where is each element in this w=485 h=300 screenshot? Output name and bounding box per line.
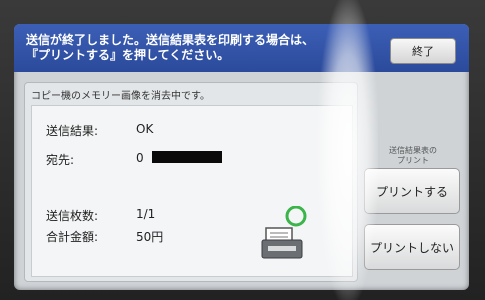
result-panel: コピー機のメモリー画像を消去中です。 送信結果: OK 宛先: 0 送信枚数: …	[24, 82, 358, 282]
total-amount-label: 合計金額:	[46, 230, 99, 244]
no-print-button[interactable]: プリントしない	[364, 224, 460, 270]
touch-screen: 送信が終了しました。送信結果表を印刷する場合は、 『プリントする』を押してくださ…	[14, 24, 469, 290]
printer-icon	[261, 206, 307, 259]
status-message: 送信が終了しました。送信結果表を印刷する場合は、 『プリントする』を押してくださ…	[26, 33, 315, 62]
result-details: 送信結果: OK 宛先: 0 送信枚数: 1/1 合計金額: 50円	[31, 105, 353, 277]
panel-title: コピー機のメモリー画像を消去中です。	[31, 91, 210, 102]
print-report-caption: 送信結果表の プリント	[389, 146, 437, 165]
header-bar: 送信が終了しました。送信結果表を印刷する場合は、 『プリントする』を押してくださ…	[14, 24, 469, 72]
result-label: 送信結果:	[46, 124, 99, 138]
destination-label: 宛先:	[46, 153, 75, 167]
page-count-value: 1/1	[136, 207, 156, 221]
redaction-bar	[152, 151, 222, 163]
page-count-label: 送信枚数:	[46, 209, 99, 223]
total-amount-value: 50円	[136, 230, 164, 244]
status-ring-icon	[285, 206, 307, 227]
result-value: OK	[136, 122, 154, 136]
print-button[interactable]: プリントする	[364, 168, 460, 214]
end-button[interactable]: 終了	[390, 38, 456, 64]
destination-value: 0	[136, 151, 144, 165]
